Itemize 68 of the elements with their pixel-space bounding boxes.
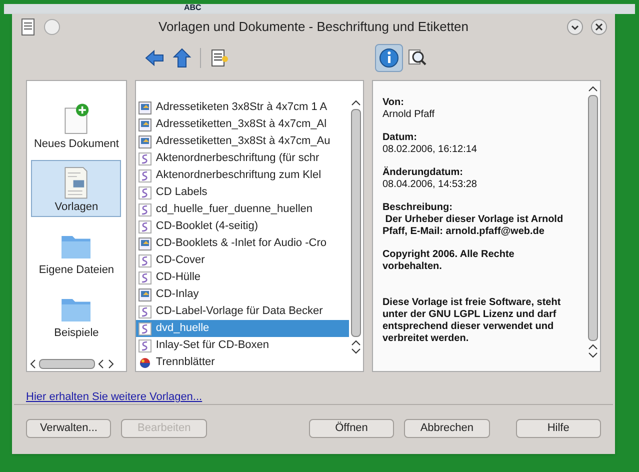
sidebar-item[interactable]: Neues Dokument (31, 97, 122, 154)
curve-document-icon (138, 186, 152, 200)
sidebar-item[interactable]: Beispiele (31, 286, 122, 343)
scroll-up-icon[interactable] (351, 339, 362, 347)
scroll-up-icon[interactable] (588, 85, 598, 93)
list-item[interactable]: CD-Cover (136, 252, 350, 269)
scroll-left-icon[interactable] (97, 359, 105, 369)
info-icon[interactable] (375, 44, 403, 72)
scroll-down-icon[interactable] (351, 347, 362, 355)
list-item[interactable]: Adressetiketten_3x8St à 4x7cm_Al (136, 116, 350, 133)
dialog-button[interactable]: Öffnen (308, 419, 394, 438)
scroll-up-icon[interactable] (351, 99, 362, 107)
sidebar-item[interactable]: Eigene Dateien (31, 223, 122, 280)
list-item[interactable]: CD-Label-Vorlage für Data Becker (136, 303, 350, 320)
image-document-icon (138, 100, 152, 114)
list-item[interactable]: Adressetiketen 3x8Str à 4x7cm 1 A (136, 99, 350, 116)
window-title: Vorlagen und Dokumente - Beschriftung und Etiketten (157, 18, 470, 36)
dialog-button[interactable]: Hilfe (516, 419, 602, 438)
image-document-icon (138, 288, 152, 302)
info-paragraph: Copyright 2006. Alle Rechte vorbehalten. (382, 249, 516, 273)
list-item[interactable]: cd_huelle_fuer_duenne_huellen (136, 201, 350, 218)
image-document-icon (138, 134, 152, 148)
scroll-right-icon[interactable] (107, 359, 115, 369)
colored-ball-icon (138, 356, 152, 370)
curve-document-icon (138, 220, 152, 234)
sidebar-item[interactable]: Vorlagen (31, 160, 122, 217)
curve-document-icon (138, 270, 152, 284)
curve-document-icon (138, 152, 152, 166)
curve-document-icon (138, 168, 152, 182)
field-label: Von: (382, 97, 405, 109)
field-value: 08.04.2006, 14:53:28 (382, 179, 478, 191)
field-value: 08.02.2006, 16:12:14 (382, 144, 478, 156)
field-value: Der Urheber dieser Vorlage ist Arnold Pfaff, E-Mail: arnold.pfaff@web.de (382, 214, 564, 238)
list-item[interactable]: CD-Booklets & -Inlet for Audio -Cro (136, 235, 350, 252)
image-document-icon (138, 118, 152, 132)
more-templates-link[interactable]: Hier erhalten Sie weitere Vorlagen... (26, 391, 202, 403)
curve-document-icon (138, 322, 152, 336)
list-item[interactable]: Inlay-Set für CD-Boxen (136, 337, 350, 354)
list-item[interactable]: Adressetiketten_3x8St à 4x7cm_Au (136, 133, 350, 150)
list-item[interactable]: Aktenordnerbeschriftung (für schr (136, 150, 350, 167)
list-item[interactable]: CD Labels (136, 184, 350, 201)
scrollbar-thumb[interactable] (39, 359, 95, 369)
field-label: Änderungdatum: (382, 167, 464, 179)
image-document-icon (138, 236, 152, 250)
list-item[interactable]: CD-Hülle (136, 269, 350, 286)
list-item[interactable]: CD-Booklet (4-seitig) (136, 218, 350, 235)
close-button[interactable] (591, 19, 607, 35)
scroll-left-icon[interactable] (29, 359, 37, 369)
field-label: Datum: (382, 132, 418, 144)
document-icon (20, 18, 36, 36)
info-paragraph: Diese Vorlage ist freie Software, steht unter der GNU LGPL Lizenz und darf entsprechend dieser verwendet und verbreitet werden. (382, 297, 562, 345)
scrollbar-thumb[interactable] (588, 95, 598, 341)
dialog-button[interactable]: Abbrechen (404, 419, 490, 438)
curve-document-icon (138, 202, 152, 216)
field-value: Arnold Pfaff (382, 109, 436, 121)
scroll-down-icon[interactable] (588, 351, 598, 359)
spellcheck-label: ABC (184, 4, 202, 12)
curve-document-icon (138, 254, 152, 268)
scrollbar-thumb[interactable] (351, 109, 362, 337)
curve-document-icon (138, 304, 152, 318)
list-item[interactable]: CD-Inlay (136, 286, 350, 303)
list-item[interactable]: Trennblätter (136, 354, 350, 371)
minimize-button[interactable] (567, 19, 583, 35)
scroll-up-icon[interactable] (588, 343, 598, 351)
dialog-button[interactable]: Verwalten... (26, 419, 112, 438)
curve-document-icon (138, 338, 152, 352)
list-item[interactable]: Aktenordnerbeschriftung zum Klel (136, 167, 350, 184)
field-label: Beschreibung: (382, 202, 454, 214)
